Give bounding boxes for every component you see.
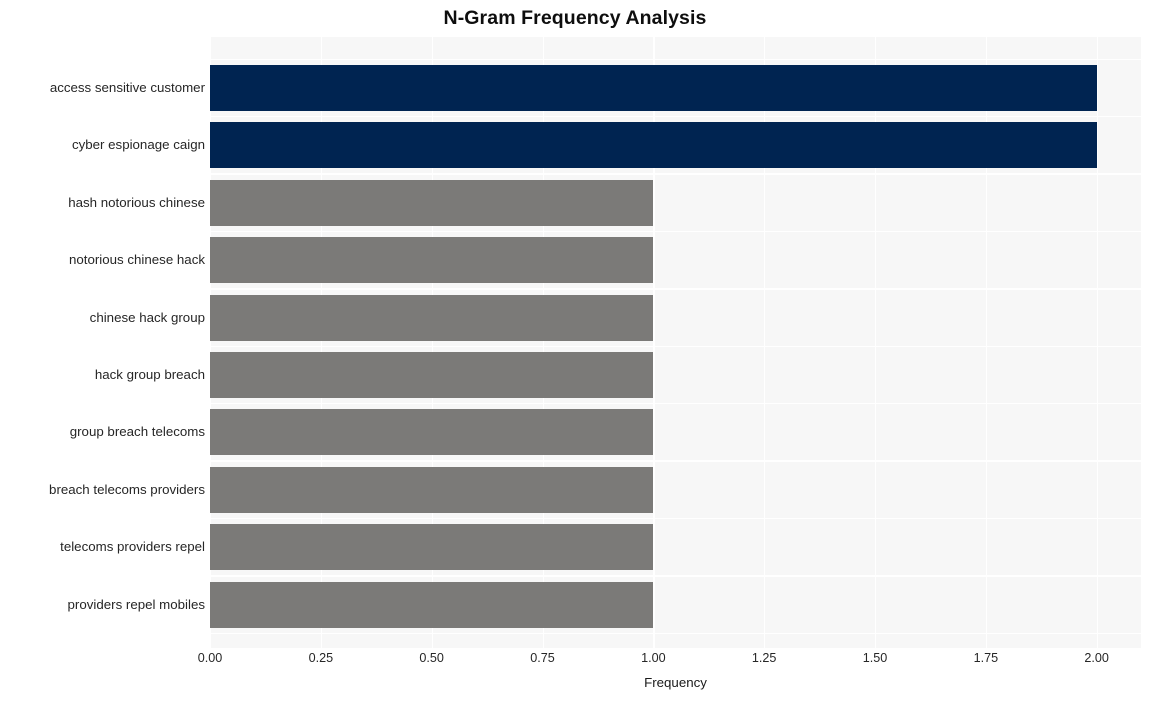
y-axis-tick-label: hack group breach	[94, 367, 205, 382]
y-axis-tick-label: access sensitive customer	[49, 80, 205, 95]
gridline-horizontal	[210, 460, 1141, 462]
gridline-horizontal	[210, 230, 1141, 233]
bar	[210, 237, 654, 284]
x-axis-tick-label: 0.00	[197, 651, 223, 665]
gridline-horizontal	[210, 575, 1141, 577]
gridline-vertical	[1096, 37, 1098, 648]
y-axis-tick-label: group breach telecoms	[69, 424, 205, 440]
bar	[210, 179, 654, 226]
y-axis-tick-label: providers repel mobiles	[67, 596, 205, 612]
bar	[210, 352, 654, 398]
y-axis-tick-label: notorious chinese hack	[68, 252, 205, 268]
gridline-horizontal	[210, 345, 1141, 347]
y-axis-tick-label: hash notorious chinese	[68, 194, 205, 210]
bar	[210, 409, 654, 456]
x-axis-tick-label: 0.75	[530, 651, 555, 665]
bar	[210, 65, 1097, 111]
gridline-horizontal	[210, 58, 1141, 60]
gridline-horizontal	[210, 173, 1141, 175]
x-axis-label: Frequency	[644, 675, 707, 690]
gridline-horizontal	[210, 288, 1141, 290]
x-axis-tick-label: 0.50	[419, 651, 444, 665]
y-axis-tick-label: chinese hack group	[89, 309, 205, 325]
gridline-horizontal	[210, 632, 1141, 634]
bar	[210, 581, 654, 628]
gridline-horizontal	[210, 116, 1141, 118]
bar	[210, 524, 654, 571]
x-axis-tick-label: 1.25	[751, 651, 777, 665]
gridline-horizontal	[210, 517, 1141, 520]
bar	[210, 122, 1097, 169]
x-axis-tick-label: 1.50	[862, 651, 888, 665]
x-axis-tick-label: 1.00	[641, 651, 666, 665]
plot-area	[210, 37, 1141, 648]
y-axis-tick-label: cyber espionage caign	[71, 137, 205, 153]
x-axis-tick-label: 0.25	[308, 651, 334, 665]
gridline-horizontal	[210, 403, 1141, 405]
y-axis-tick-label: breach telecoms providers	[49, 481, 205, 497]
x-axis-tick-label: 1.75	[973, 651, 999, 665]
chart-title: N-Gram Frequency Analysis	[443, 7, 707, 29]
y-axis-tick-label: telecoms providers repel	[60, 539, 205, 555]
bar	[210, 466, 654, 513]
bar	[210, 294, 654, 341]
chart-figure: N-Gram Frequency Analysis access sensiti…	[0, 0, 1150, 701]
x-axis-tick-label: 2.00	[1084, 651, 1109, 665]
